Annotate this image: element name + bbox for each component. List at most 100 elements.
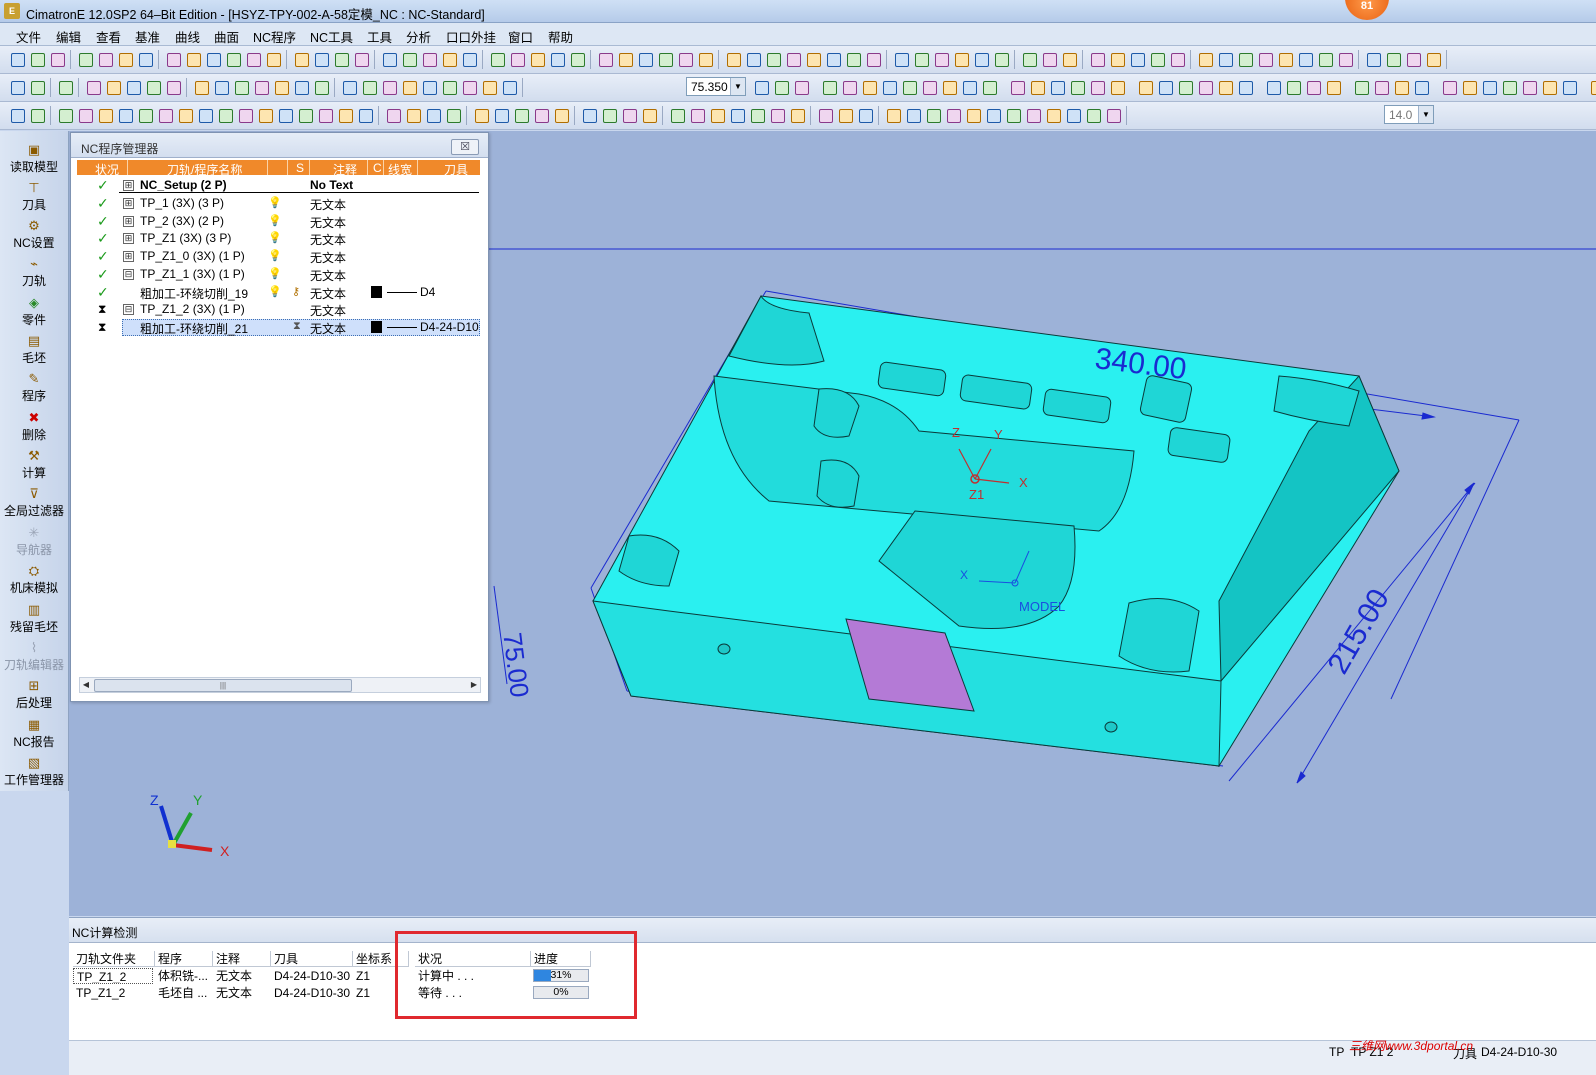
toolbar-button-icon[interactable]	[196, 106, 214, 124]
col-comment[interactable]: 注释	[213, 951, 271, 967]
toolbar-button-icon[interactable]	[528, 50, 546, 68]
tree-row-proc-21[interactable]: ⧗ 粗加工-环绕切削_21 ⧗ 无文本 D4-24-D10	[77, 319, 480, 336]
toolbar-button-icon[interactable]	[884, 106, 902, 124]
toolbar-button-icon[interactable]	[752, 78, 770, 96]
toolbar-button-icon[interactable]	[1372, 78, 1390, 96]
toolbar-button-icon[interactable]	[124, 78, 142, 96]
toolbar-button-icon[interactable]	[744, 50, 762, 68]
toolbar-button-icon[interactable]	[96, 50, 114, 68]
toolbar-button-icon[interactable]	[1196, 78, 1214, 96]
guide-toolpath[interactable]: ⌁ 刀轨	[0, 257, 68, 289]
col-comment[interactable]: 注释	[333, 161, 357, 178]
col-tool[interactable]: 刀具	[444, 161, 468, 178]
toolbar-button-icon[interactable]	[548, 50, 566, 68]
scroll-right-icon[interactable]: ▶	[468, 678, 480, 692]
toolbar-button-icon[interactable]	[912, 50, 930, 68]
toolbar-button-icon[interactable]	[440, 78, 458, 96]
toolbar-button-icon[interactable]	[156, 106, 174, 124]
toolbar-button-icon[interactable]	[512, 106, 530, 124]
tree-row-setup[interactable]: ✓ ⊞ NC_Setup (2 P) No Text	[77, 177, 480, 194]
toolbar-button-icon[interactable]	[1412, 78, 1430, 96]
menu-edit[interactable]: 编辑	[56, 27, 81, 46]
toolbar-button-icon[interactable]	[404, 106, 422, 124]
toolbar-button-icon[interactable]	[804, 50, 822, 68]
guide-part[interactable]: ◈ 零件	[0, 296, 68, 328]
toolbar-button-icon[interactable]	[840, 78, 858, 96]
toolbar-button-icon[interactable]	[508, 50, 526, 68]
toolbar-button-icon[interactable]	[224, 50, 242, 68]
toolbar-button-icon[interactable]	[764, 50, 782, 68]
toolbar-button-icon[interactable]	[1256, 50, 1274, 68]
toolbar-button-icon[interactable]	[28, 50, 46, 68]
toolbar-button-icon[interactable]	[1040, 50, 1058, 68]
toolbar-button-icon[interactable]	[340, 78, 358, 96]
toolbar-button-icon[interactable]	[500, 78, 518, 96]
toolbar-button-icon[interactable]	[28, 78, 46, 96]
col-tool[interactable]: 刀具	[271, 951, 353, 967]
tree-horizontal-scrollbar[interactable]: ◀ ||| ▶	[79, 677, 481, 693]
col-toolpath[interactable]: 刀轨文件夹	[73, 951, 155, 967]
menu-help[interactable]: 帮助	[548, 27, 573, 46]
calc-cell-toolpath[interactable]: TP_Z1_2	[73, 968, 153, 984]
toolbar-button-icon[interactable]	[932, 50, 950, 68]
toolbar-button-icon[interactable]	[728, 106, 746, 124]
menu-nc-tools[interactable]: NC工具	[310, 27, 353, 46]
toolbar-button-icon[interactable]	[1336, 50, 1354, 68]
toolbar-button-icon[interactable]	[216, 106, 234, 124]
guide-execute[interactable]: ⚒ 计算	[0, 449, 68, 481]
toolbar-button-icon[interactable]	[252, 78, 270, 96]
chevron-down-icon[interactable]: ▼	[1418, 106, 1433, 123]
toolbar-button-icon[interactable]	[236, 106, 254, 124]
toolbar-button-icon[interactable]	[48, 50, 66, 68]
toolbar-button-icon[interactable]	[568, 50, 586, 68]
toolbar-button-icon[interactable]	[28, 106, 46, 124]
toolbar-button-icon[interactable]	[1216, 78, 1234, 96]
toolbar-button-icon[interactable]	[984, 106, 1002, 124]
toolbar-button-icon[interactable]	[1404, 50, 1422, 68]
toolbar-button-icon[interactable]	[96, 106, 114, 124]
toolbar-button-icon[interactable]	[816, 106, 834, 124]
toolbar-button-icon[interactable]	[1560, 78, 1578, 96]
toolbar-button-icon[interactable]	[1128, 50, 1146, 68]
toolbar-button-icon[interactable]	[1104, 106, 1122, 124]
toolbar-button-icon[interactable]	[56, 78, 74, 96]
toolbar-button-icon[interactable]	[940, 78, 958, 96]
toolbar-button-icon[interactable]	[1588, 78, 1596, 96]
menu-view[interactable]: 查看	[96, 27, 121, 46]
toolbar-button-icon[interactable]	[360, 78, 378, 96]
guide-delete[interactable]: ✖ 删除	[0, 411, 68, 443]
toolbar-button-icon[interactable]	[332, 50, 350, 68]
collapse-icon[interactable]: ⊟	[123, 269, 134, 280]
guide-stock[interactable]: ▤ 毛坯	[0, 334, 68, 366]
toolbar-button-icon[interactable]	[1384, 50, 1402, 68]
toolbar-button-icon[interactable]	[244, 50, 262, 68]
toolbar-button-icon[interactable]	[1480, 78, 1498, 96]
toolbar-button-icon[interactable]	[944, 106, 962, 124]
toolbar-button-icon[interactable]	[992, 50, 1010, 68]
toolbar-button-icon[interactable]	[76, 50, 94, 68]
chevron-down-icon[interactable]: ▼	[730, 78, 745, 95]
toolbar-button-icon[interactable]	[532, 106, 550, 124]
toolbar-button-icon[interactable]	[1196, 50, 1214, 68]
toolbar-button-icon[interactable]	[1236, 50, 1254, 68]
toolbar-button-icon[interactable]	[136, 106, 154, 124]
toolbar-button-icon[interactable]	[312, 78, 330, 96]
toolbar-button-icon[interactable]	[1324, 78, 1342, 96]
guide-procedure[interactable]: ✎ 程序	[0, 372, 68, 404]
toolbar-button-icon[interactable]	[400, 78, 418, 96]
tree-row-tpz1-2[interactable]: ⧗ ⊟ TP_Z1_2 (3X) (1 P) 无文本	[77, 301, 480, 318]
line-width-combo[interactable]: 14.0 ▼	[1384, 105, 1434, 124]
toolbar-button-icon[interactable]	[76, 106, 94, 124]
toolbar-button-icon[interactable]	[784, 50, 802, 68]
menu-nc-program[interactable]: NC程序	[253, 27, 296, 46]
toolbar-button-icon[interactable]	[336, 106, 354, 124]
toolbar-button-icon[interactable]	[1284, 78, 1302, 96]
col-name[interactable]: 刀轨/程序名称	[167, 161, 242, 178]
toolbar-button-icon[interactable]	[924, 106, 942, 124]
tree-row-proc-19[interactable]: ✓ 粗加工-环绕切削_19 💡 ⚷ 无文本 D4	[77, 284, 480, 301]
toolbar-button-icon[interactable]	[768, 106, 786, 124]
toolbar-button-icon[interactable]	[580, 106, 598, 124]
toolbar-button-icon[interactable]	[84, 78, 102, 96]
toolbar-button-icon[interactable]	[668, 106, 686, 124]
expand-icon[interactable]: ⊞	[123, 233, 134, 244]
